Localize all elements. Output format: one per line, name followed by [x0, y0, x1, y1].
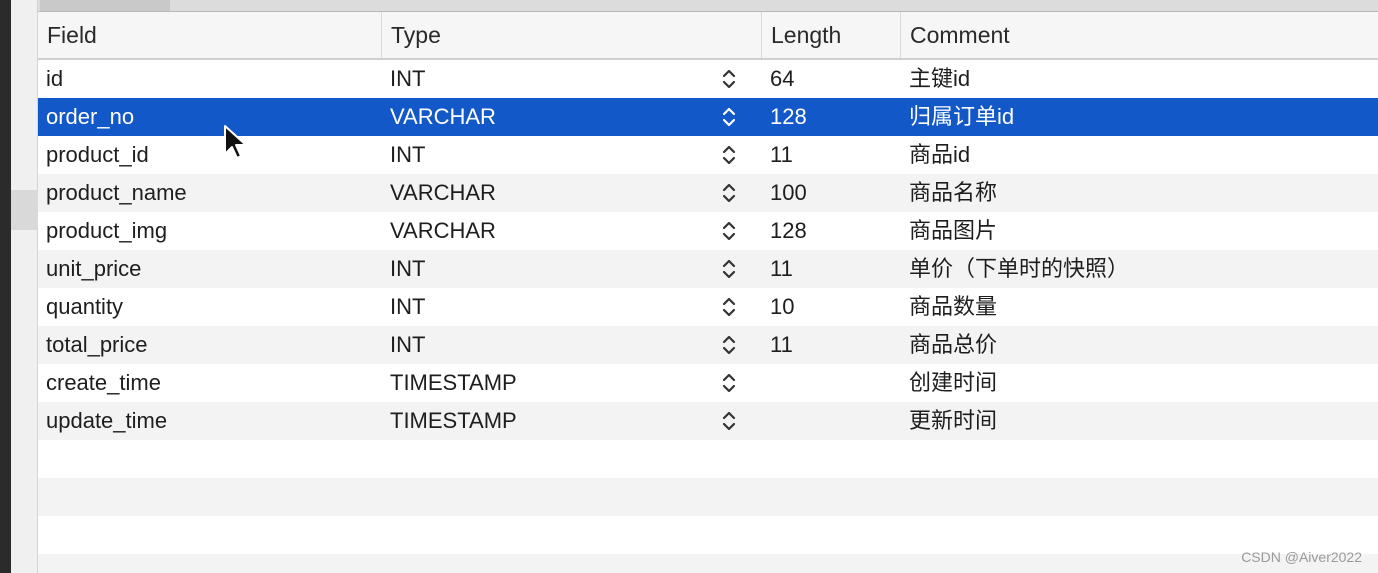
comment-cell[interactable]: 单价（下单时的快照） [909, 250, 1129, 288]
column-header-field[interactable]: Field [38, 12, 382, 58]
length-cell[interactable]: 11 [770, 326, 793, 364]
length-cell[interactable]: 128 [770, 212, 807, 250]
field-cell[interactable]: unit_price [46, 250, 141, 288]
length-cell[interactable]: 11 [770, 136, 793, 174]
chevron-up-down-icon[interactable] [720, 250, 742, 288]
comment-cell[interactable]: 归属订单id [909, 98, 1014, 136]
length-cell[interactable]: 11 [770, 250, 793, 288]
type-cell[interactable]: INT [390, 288, 425, 326]
structure-window: Field Type Length Comment id INT 64 主键id ord… [0, 0, 1378, 573]
fields-table: Field Type Length Comment id INT 64 主键id ord… [38, 12, 1378, 573]
comment-cell[interactable]: 商品名称 [909, 174, 997, 212]
length-cell[interactable]: 128 [770, 98, 807, 136]
window-edge [0, 0, 11, 573]
chevron-up-down-icon[interactable] [720, 136, 742, 174]
side-panel [11, 0, 38, 573]
watermark: CSDN @Aiver2022 [1241, 549, 1362, 565]
chevron-up-down-icon[interactable] [720, 212, 742, 250]
type-cell[interactable]: INT [390, 136, 425, 174]
chevron-up-down-icon[interactable] [720, 402, 742, 440]
type-cell[interactable]: INT [390, 250, 425, 288]
length-cell[interactable]: 100 [770, 174, 807, 212]
field-cell[interactable]: product_img [46, 212, 167, 250]
field-cell[interactable]: update_time [46, 402, 167, 440]
table-row[interactable]: quantity INT 10 商品数量 [38, 288, 1378, 326]
table-row[interactable]: id INT 64 主键id [38, 60, 1378, 98]
chevron-up-down-icon[interactable] [720, 364, 742, 402]
empty-row [38, 478, 1378, 516]
field-cell[interactable]: product_id [46, 136, 149, 174]
type-cell[interactable]: TIMESTAMP [390, 364, 517, 402]
column-header-length[interactable]: Length [762, 12, 901, 58]
column-header-type[interactable]: Type [382, 12, 762, 58]
chevron-up-down-icon[interactable] [720, 174, 742, 212]
chevron-up-down-icon[interactable] [720, 326, 742, 364]
table-row[interactable]: product_img VARCHAR 128 商品图片 [38, 212, 1378, 250]
field-cell[interactable]: total_price [46, 326, 148, 364]
side-panel-tab[interactable] [11, 190, 38, 230]
type-cell[interactable]: INT [390, 326, 425, 364]
empty-row [38, 440, 1378, 478]
field-cell[interactable]: id [46, 60, 63, 98]
length-cell[interactable]: 64 [770, 60, 794, 98]
table-row[interactable]: update_time TIMESTAMP 更新时间 [38, 402, 1378, 440]
empty-row [38, 516, 1378, 554]
type-cell[interactable]: VARCHAR [390, 98, 496, 136]
comment-cell[interactable]: 商品总价 [909, 326, 997, 364]
type-cell[interactable]: VARCHAR [390, 174, 496, 212]
comment-cell[interactable]: 商品数量 [909, 288, 997, 326]
field-cell[interactable]: quantity [46, 288, 123, 326]
chevron-up-down-icon[interactable] [720, 98, 742, 136]
empty-row [38, 554, 1378, 573]
field-cell[interactable]: order_no [46, 98, 134, 136]
comment-cell[interactable]: 主键id [909, 60, 970, 98]
type-cell[interactable]: INT [390, 60, 425, 98]
comment-cell[interactable]: 商品图片 [909, 212, 997, 250]
table-row[interactable]: product_name VARCHAR 100 商品名称 [38, 174, 1378, 212]
chevron-up-down-icon[interactable] [720, 60, 742, 98]
comment-cell[interactable]: 更新时间 [909, 402, 997, 440]
table-row[interactable]: create_time TIMESTAMP 创建时间 [38, 364, 1378, 402]
comment-cell[interactable]: 商品id [909, 136, 970, 174]
comment-cell[interactable]: 创建时间 [909, 364, 997, 402]
type-cell[interactable]: VARCHAR [390, 212, 496, 250]
type-cell[interactable]: TIMESTAMP [390, 402, 517, 440]
field-cell[interactable]: product_name [46, 174, 187, 212]
chevron-up-down-icon[interactable] [720, 288, 742, 326]
arrow-cursor-icon [224, 125, 247, 159]
table-row[interactable]: total_price INT 11 商品总价 [38, 326, 1378, 364]
length-cell[interactable]: 10 [770, 288, 794, 326]
table-header: Field Type Length Comment [38, 12, 1378, 60]
column-header-comment[interactable]: Comment [901, 12, 1378, 58]
table-row[interactable]: unit_price INT 11 单价（下单时的快照） [38, 250, 1378, 288]
toolbar-strip [38, 0, 1378, 12]
field-cell[interactable]: create_time [46, 364, 161, 402]
toolbar-tab[interactable] [40, 0, 170, 11]
